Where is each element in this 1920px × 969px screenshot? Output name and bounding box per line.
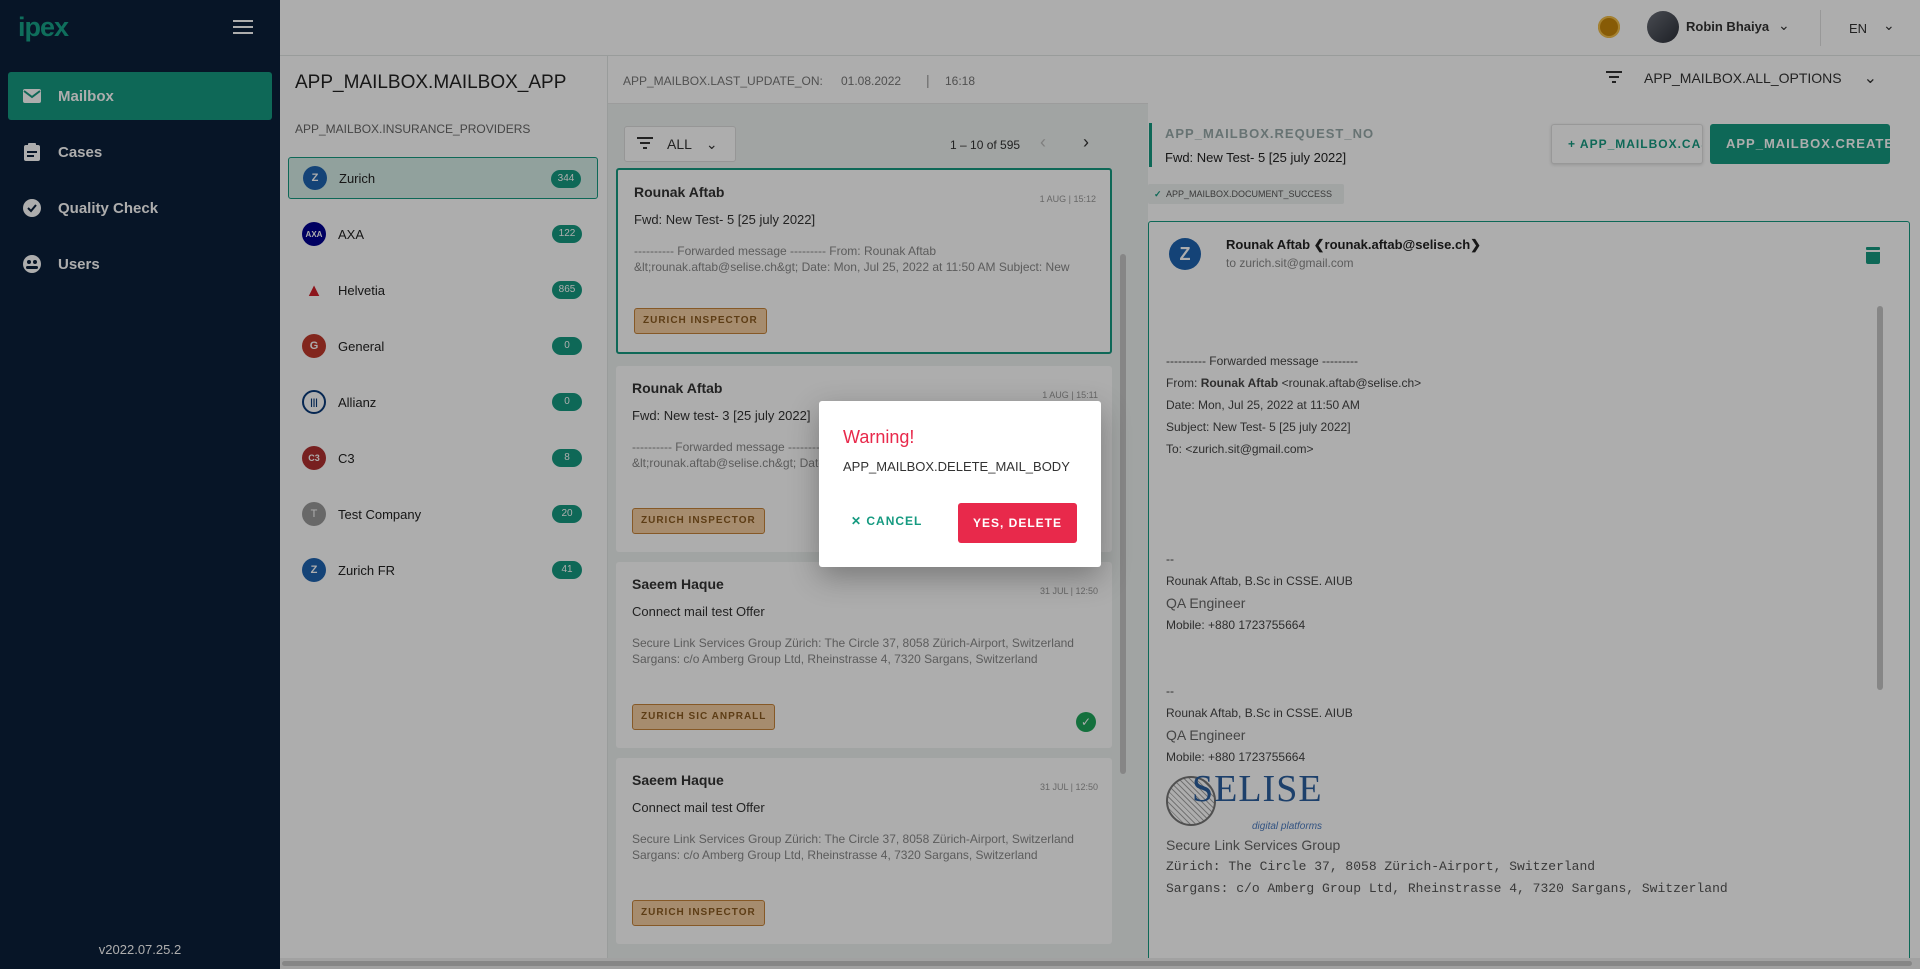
dialog-body: APP_MAILBOX.DELETE_MAIL_BODY bbox=[843, 459, 1070, 474]
confirm-delete-button[interactable]: YES, DELETE bbox=[958, 503, 1077, 543]
cancel-label: CANCEL bbox=[866, 514, 923, 528]
cancel-button[interactable]: ✕ CANCEL bbox=[851, 514, 922, 528]
delete-confirm-dialog: Warning! APP_MAILBOX.DELETE_MAIL_BODY ✕ … bbox=[819, 401, 1101, 567]
app: ipex Mailbox Cases Quality Check Users v… bbox=[0, 0, 1920, 969]
dialog-title: Warning! bbox=[843, 427, 915, 447]
close-icon: ✕ bbox=[851, 514, 867, 528]
